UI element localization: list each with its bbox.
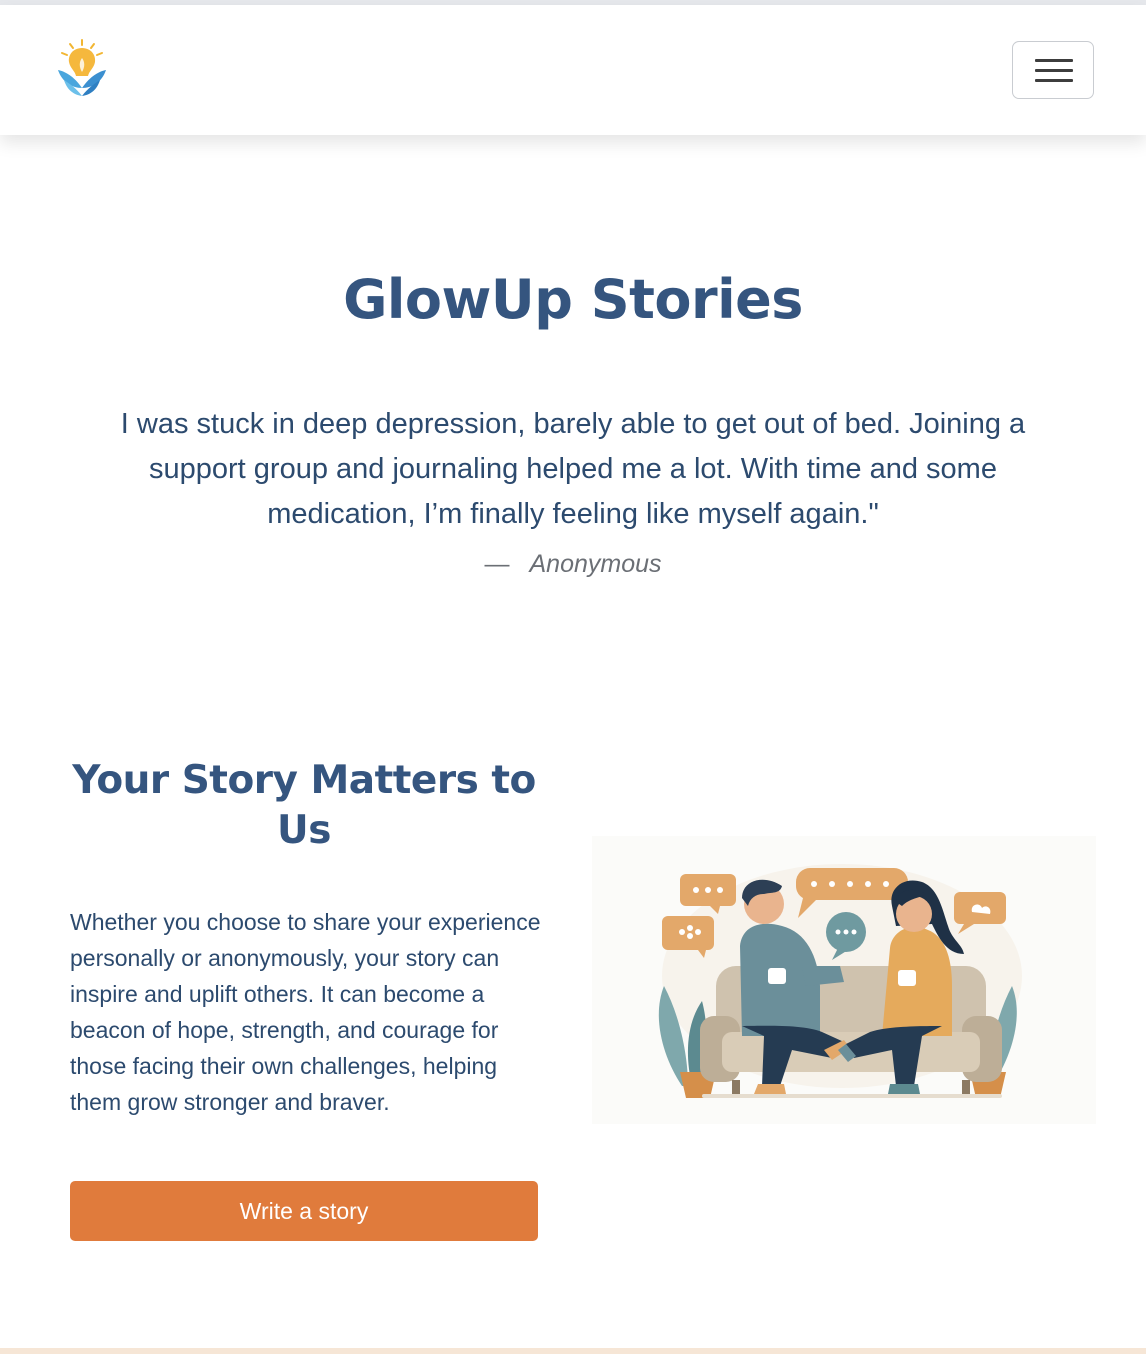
menu-toggle-button[interactable] — [1012, 41, 1094, 99]
people-chatting-illustration — [592, 836, 1096, 1124]
hamburger-line — [1035, 69, 1073, 72]
navbar — [0, 5, 1146, 135]
footer-top-strip — [0, 1348, 1146, 1354]
page-title: GlowUp Stories — [343, 268, 803, 331]
logo-icon[interactable] — [54, 38, 110, 100]
hamburger-line — [1035, 79, 1073, 82]
testimonial-author: — Anonymous — [0, 550, 1146, 579]
testimonial-quote: I was stuck in deep depression, barely a… — [120, 408, 1026, 530]
section-description: Whether you choose to share your experie… — [70, 909, 541, 1115]
author-name: Anonymous — [529, 550, 662, 578]
hamburger-line — [1035, 59, 1073, 62]
write-story-button[interactable]: Write a story — [70, 1181, 538, 1241]
section-title: Your Story Matters to Us — [72, 758, 536, 853]
author-dash: — — [484, 550, 510, 578]
